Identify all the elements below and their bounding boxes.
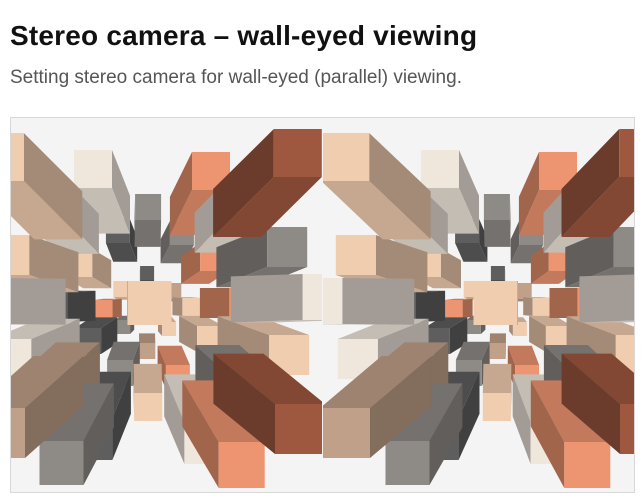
box-front-face: [267, 227, 308, 267]
box-side-face: [127, 281, 128, 325]
box-side-face: [133, 363, 163, 393]
box-side-face: [134, 220, 162, 247]
box-front-face: [94, 300, 113, 318]
box-side-face: [11, 278, 66, 325]
scene-box: [94, 298, 122, 318]
stereo-canvas[interactable]: [11, 118, 634, 492]
box-front-face: [134, 393, 163, 421]
box-front-face: [489, 343, 506, 359]
box-side-face: [523, 297, 533, 316]
box-side-face: [489, 333, 506, 343]
box-front-face: [323, 408, 370, 458]
box-front-face: [11, 133, 24, 181]
box-front-face: [74, 150, 112, 188]
scene-box: [133, 363, 163, 421]
box-front-face: [273, 129, 322, 177]
box-front-face: [335, 235, 376, 275]
scene-box: [483, 194, 511, 247]
scene-box: [172, 297, 201, 316]
scene-box: [561, 129, 634, 237]
box-front-face: [140, 266, 155, 280]
box-side-face: [172, 297, 183, 316]
box-front-face: [218, 442, 265, 488]
stereo-viewport[interactable]: [10, 117, 635, 493]
box-front-face: [11, 408, 25, 458]
box-side-face: [342, 278, 415, 325]
right-eye-view: [323, 129, 634, 488]
box-front-face: [323, 133, 370, 181]
page-subtitle: Setting stereo camera for wall-eyed (par…: [10, 67, 462, 88]
box-front-face: [385, 441, 430, 485]
box-side-face: [549, 288, 578, 318]
scene-box: [213, 129, 322, 237]
box-front-face: [619, 129, 634, 177]
scene-box: [11, 133, 83, 240]
box-side-face: [517, 281, 518, 325]
box-side-face: [230, 274, 303, 323]
box-side-face: [67, 290, 96, 322]
box-side-face: [482, 363, 512, 393]
box-side-face: [415, 290, 446, 322]
left-eye-view: [11, 129, 322, 488]
box-front-face: [482, 393, 511, 421]
scene-box: [444, 298, 473, 318]
box-front-face: [613, 227, 634, 267]
scene-box: [134, 194, 162, 247]
box-front-face: [421, 150, 459, 188]
scene-box: [127, 281, 172, 325]
box-front-face: [532, 298, 551, 316]
scene-box: [323, 133, 431, 240]
box-side-face: [112, 298, 122, 318]
box-front-face: [473, 281, 518, 325]
box-front-face: [182, 298, 201, 316]
box-front-face: [564, 442, 611, 488]
scene-box: [473, 281, 518, 325]
box-front-face: [113, 281, 130, 297]
page-title: Stereo camera – wall-eyed viewing: [10, 20, 478, 51]
box-side-face: [139, 333, 156, 343]
box-front-face: [444, 300, 463, 318]
box-front-face: [620, 404, 634, 454]
box-front-face: [139, 343, 156, 359]
box-side-face: [199, 288, 230, 318]
scene-box: [482, 363, 512, 421]
box-side-face: [483, 220, 511, 247]
scene-box: [523, 297, 551, 316]
box-front-face: [39, 441, 84, 485]
box-front-face: [515, 283, 532, 299]
box-front-face: [135, 194, 162, 220]
box-side-face: [579, 274, 634, 323]
scene-box: [11, 278, 66, 325]
scene-box: [139, 333, 156, 359]
box-side-face: [462, 298, 473, 318]
box-front-face: [490, 266, 505, 280]
scene-box: [489, 333, 506, 359]
box-front-face: [11, 235, 30, 275]
left-render: [11, 129, 322, 488]
box-front-face: [483, 194, 510, 220]
box-front-face: [127, 281, 172, 325]
right-render: [323, 129, 634, 488]
scene-box: [579, 274, 634, 323]
box-front-face: [275, 404, 322, 454]
